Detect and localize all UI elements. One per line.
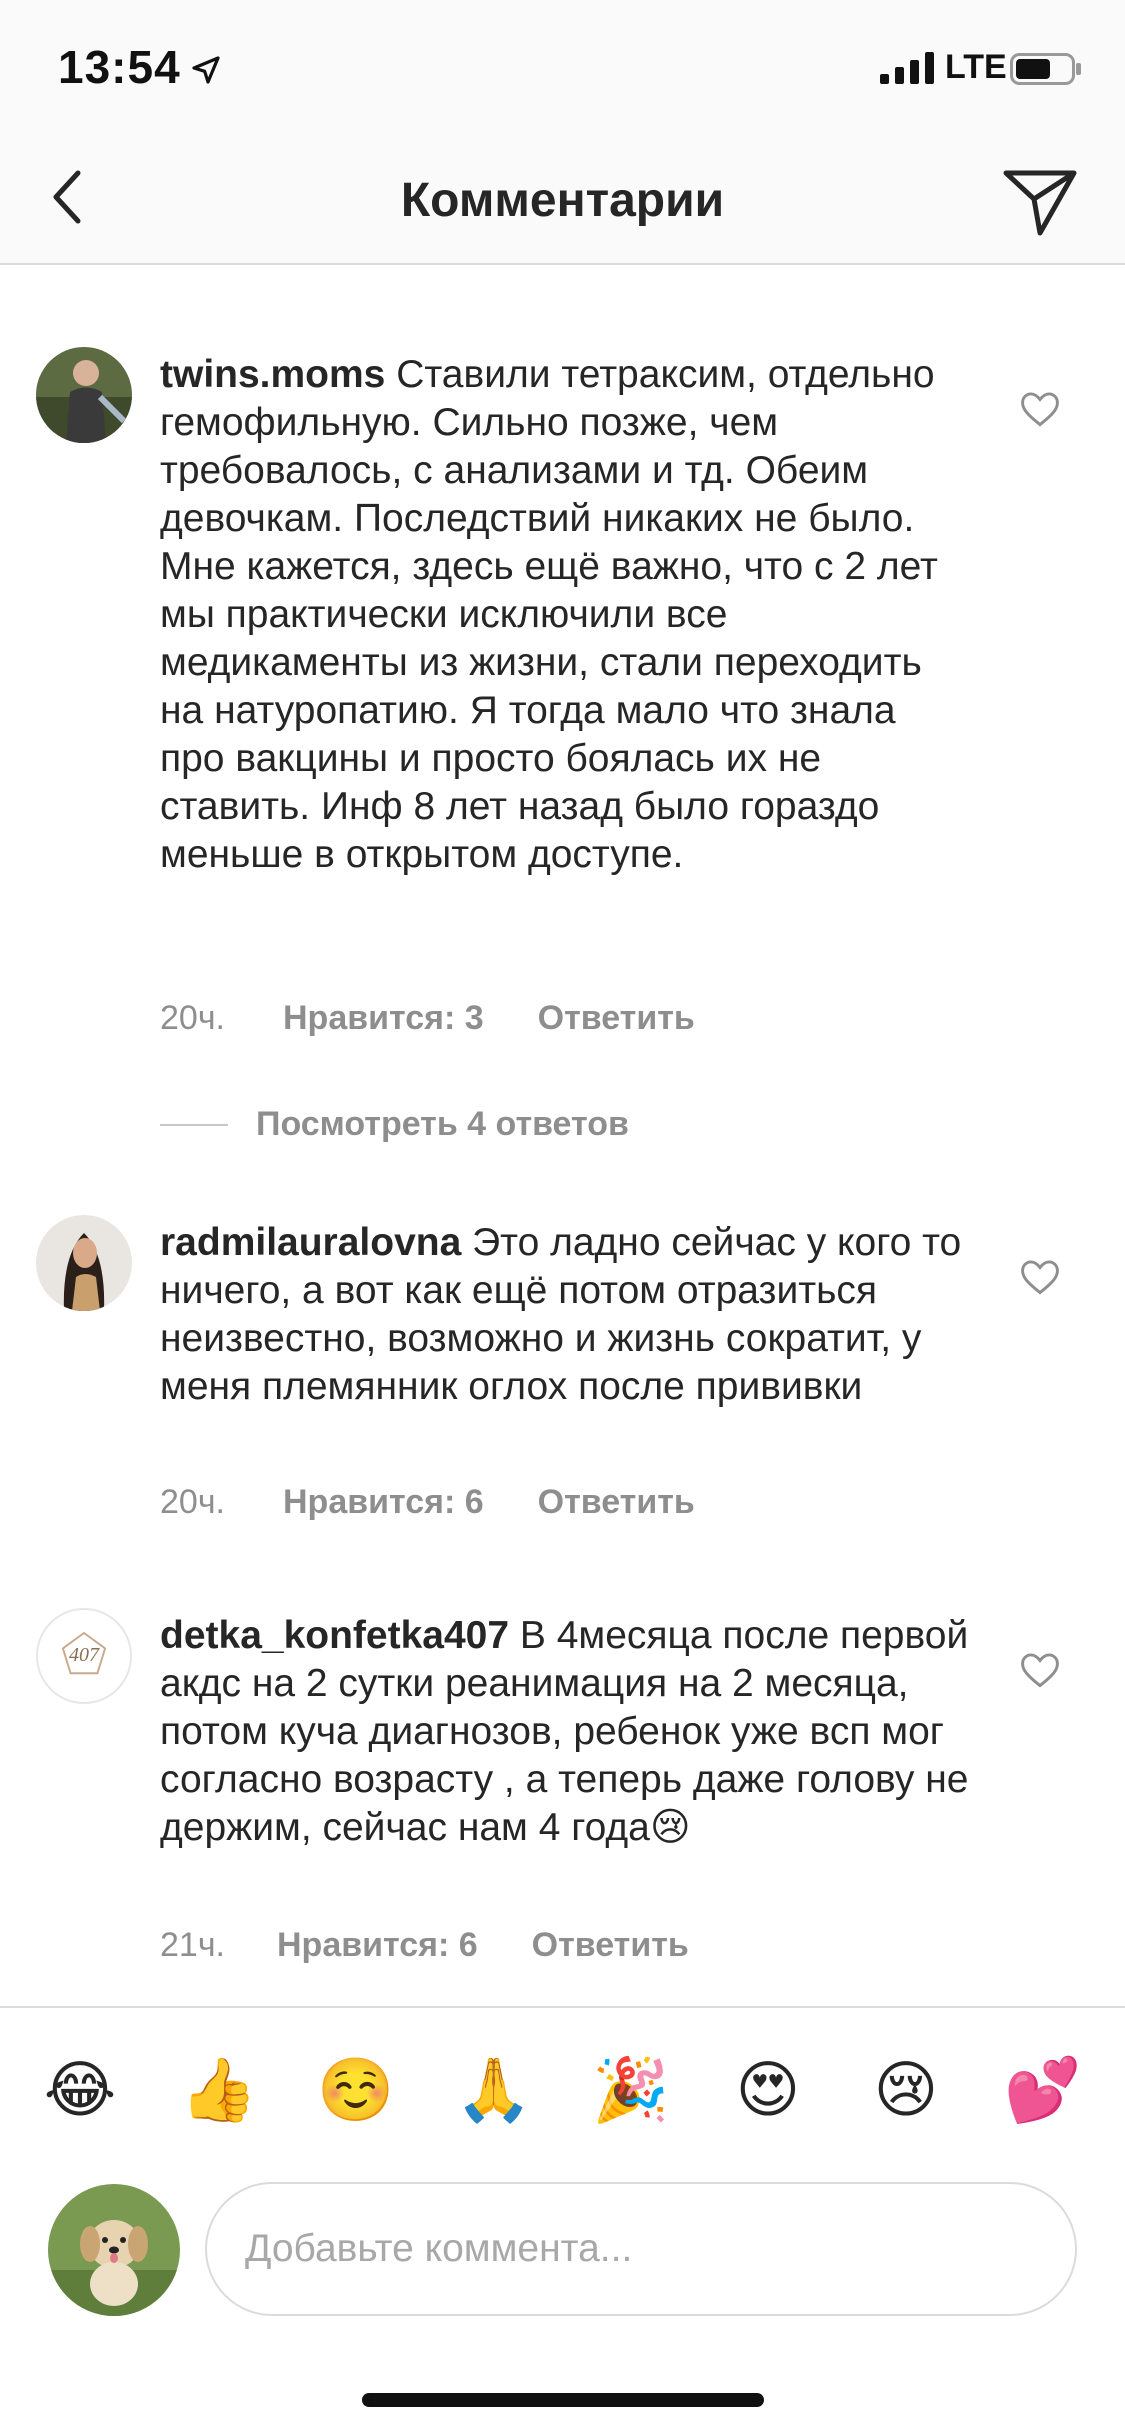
battery-icon: [1010, 53, 1081, 85]
comment-meta: 21ч. Нравится: 6 Ответить: [160, 1926, 689, 1965]
page-title: Комментарии: [400, 174, 725, 227]
comment-username[interactable]: radmilauralovna: [160, 1221, 461, 1264]
comment-input[interactable]: [205, 2182, 1077, 2316]
like-heart-icon[interactable]: [1018, 1255, 1062, 1299]
status-time: 13:54: [58, 41, 181, 93]
avatar-photo: [36, 347, 132, 443]
location-arrow-icon: [192, 56, 220, 84]
emoji-cry-button[interactable]: 😢: [868, 2052, 944, 2128]
avatar-photo: [36, 1215, 132, 1311]
view-replies-label: Посмотреть 4 ответов: [256, 1105, 629, 1143]
avatar[interactable]: [36, 1215, 132, 1311]
comment-likes[interactable]: Нравится: 6: [283, 1483, 484, 1522]
home-indicator[interactable]: [362, 2393, 764, 2407]
comment-message: Ставили тетраксим, отдельно гемофильную.…: [160, 353, 938, 876]
emoji-party-button[interactable]: 🎉: [592, 2052, 669, 2128]
comment-time: 21ч.: [160, 1926, 225, 1964]
current-user-avatar: [48, 2184, 180, 2316]
comment-likes[interactable]: Нравится: 6: [277, 1926, 478, 1965]
emoji-thumbs-up-button[interactable]: 👍: [180, 2052, 257, 2128]
view-replies-button[interactable]: Посмотреть 4 ответов: [160, 1105, 629, 1144]
emoji-two-hearts-button[interactable]: 💕: [1004, 2052, 1081, 2128]
emoji-joy-button[interactable]: 😂: [42, 2052, 118, 2128]
comment-username[interactable]: detka_konfetka407: [160, 1614, 509, 1657]
network-type: LTE: [945, 48, 1007, 86]
comment-text: twins.moms Ставили тетраксим, отдельно г…: [160, 351, 970, 879]
like-heart-icon[interactable]: [1018, 1648, 1062, 1692]
puppy-avatar-photo: [48, 2184, 180, 2316]
emoji-quick-bar: 😂 👍 ☺️ 🙏 🎉 😍 😢 💕: [0, 2006, 1125, 2170]
reply-button[interactable]: Ответить: [538, 999, 695, 1038]
emoji-pray-button[interactable]: 🙏: [455, 2052, 532, 2128]
comment-username[interactable]: twins.moms: [160, 353, 385, 396]
like-heart-icon[interactable]: [1018, 387, 1062, 431]
emoji-blush-button[interactable]: ☺️: [317, 2052, 394, 2128]
paper-plane-icon: [1003, 170, 1077, 236]
share-button[interactable]: [995, 157, 1085, 247]
comment-meta: 20ч. Нравится: 6 Ответить: [160, 1483, 695, 1522]
cellular-signal-icon: [880, 52, 934, 84]
avatar[interactable]: [36, 347, 132, 443]
avatar-logo-text: 407: [69, 1644, 99, 1666]
comment-time: 20ч.: [160, 1483, 225, 1521]
reply-button[interactable]: Ответить: [532, 1926, 689, 1965]
navigation-bar: Комментарии: [0, 135, 1125, 265]
status-bar: 13:54 LTE: [0, 0, 1125, 135]
divider-line: [160, 1123, 228, 1126]
comment-text: radmilauralovna Это ладно сейчас у кого …: [160, 1219, 970, 1411]
avatar[interactable]: 407: [36, 1608, 132, 1704]
emoji-heart-eyes-button[interactable]: 😍: [730, 2052, 806, 2128]
comment-meta: 20ч. Нравится: 3 Ответить: [160, 999, 695, 1038]
reply-button[interactable]: Ответить: [538, 1483, 695, 1522]
comment-time: 20ч.: [160, 999, 225, 1037]
comments-list: twins.moms Ставили тетраксим, отдельно г…: [0, 267, 1125, 2007]
comment-likes[interactable]: Нравится: 3: [283, 999, 484, 1038]
comment-text: detka_konfetka407 В 4месяца после первой…: [160, 1612, 970, 1852]
